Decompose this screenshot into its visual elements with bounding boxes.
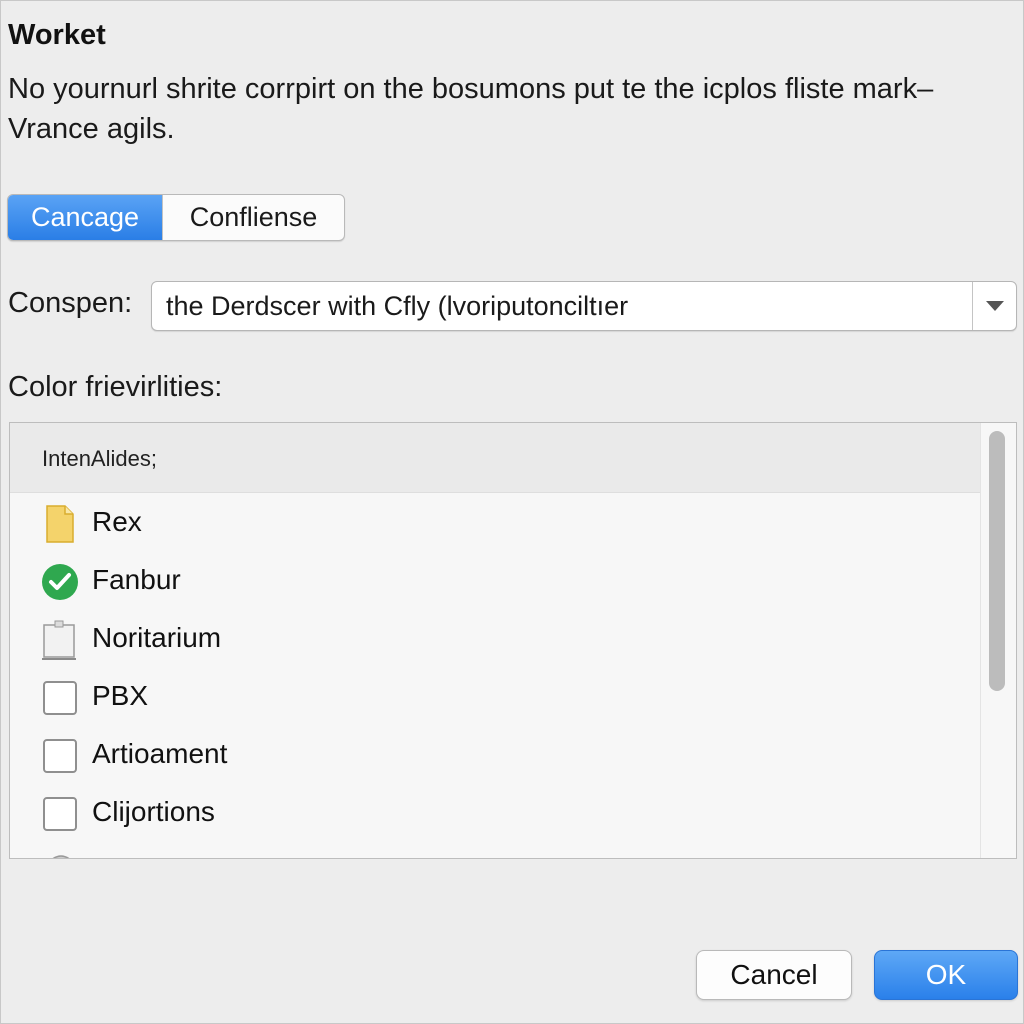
segment-cancage[interactable]: Cancage <box>8 195 162 240</box>
list-item-label: Clijortions <box>92 796 215 827</box>
scrollbar[interactable] <box>980 423 1016 858</box>
dialog-window: Worket No yournurl shrite corrpirt on th… <box>0 0 1024 1024</box>
dropdown-arrow-button[interactable] <box>972 282 1016 330</box>
list-item-rex[interactable]: Rex <box>10 493 982 551</box>
ok-button[interactable]: OK <box>874 950 1018 1000</box>
list-item-clijortions[interactable]: Clijortions <box>10 783 982 841</box>
partial-row-icon <box>44 849 78 858</box>
popup-button[interactable]: the Derdscer with Cfly (lvoriputonciltıe… <box>151 281 1017 331</box>
list-item-label: Fanbur <box>92 564 181 595</box>
list-header: IntenAlides; <box>10 423 982 493</box>
list-item-noritarium[interactable]: Noritarium <box>10 609 982 667</box>
checkbox-icon[interactable] <box>40 678 80 718</box>
list-item-label: Noritarium <box>92 622 222 653</box>
cancel-button[interactable]: Cancel <box>696 950 852 1000</box>
checkbox-icon[interactable] <box>40 736 80 776</box>
list-label: Color frievirlities: <box>8 371 223 403</box>
scrollbar-thumb[interactable] <box>989 431 1005 691</box>
list-item-label: Rex <box>92 506 142 537</box>
segmented-control: Cancage Confliense <box>7 194 345 241</box>
dialog-message: No yournurl shrite corrpirt on the bosum… <box>8 73 934 145</box>
list-item-label: PBX <box>92 680 149 711</box>
popup-selected-value: the Derdscer with Cfly (lvoriputonciltıe… <box>166 291 629 321</box>
dialog-title: Worket <box>8 19 106 51</box>
chevron-down-icon <box>985 301 1004 311</box>
checkmark-circle-icon <box>40 562 80 602</box>
folder-icon <box>40 504 80 544</box>
list-header-text: IntenAlides; <box>42 446 157 471</box>
list-item-fanbur[interactable]: Fanbur <box>10 551 982 609</box>
document-icon <box>40 620 80 660</box>
checkbox-icon[interactable] <box>40 794 80 834</box>
list-item-label: Artioament <box>92 738 228 769</box>
list-rows: Rex Fanbur Noritarium PBX Artioament Cli… <box>10 493 982 841</box>
list-item-pbx[interactable]: PBX <box>10 667 982 725</box>
list-item-artioament[interactable]: Artioament <box>10 725 982 783</box>
popup-label: Conspen: <box>8 287 133 319</box>
color-list[interactable]: IntenAlides; Rex Fanbur Noritarium PBX A… <box>9 422 1017 859</box>
segment-confliense[interactable]: Confliense <box>162 195 344 240</box>
